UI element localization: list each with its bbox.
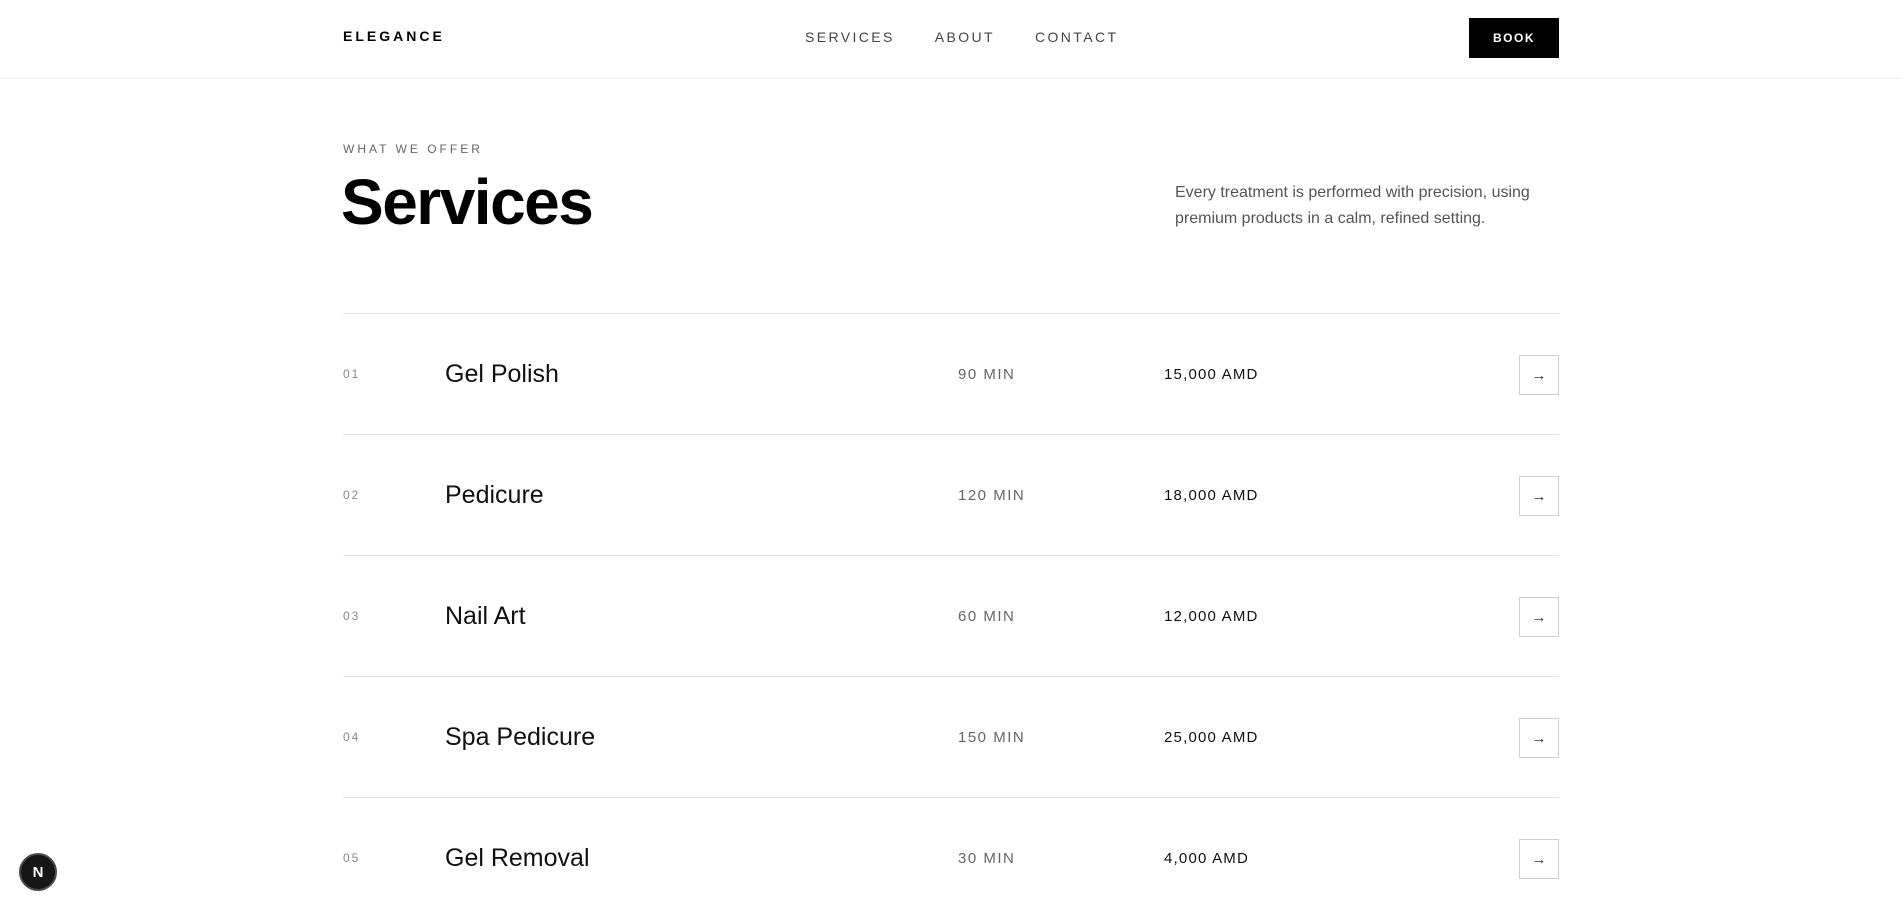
arrow-right-icon: →	[1531, 366, 1547, 384]
service-price: 4,000 AMD	[1164, 850, 1250, 867]
nav-services-link[interactable]: SERVICES	[805, 29, 895, 45]
service-duration: 60 MIN	[958, 608, 1016, 625]
service-price: 18,000 AMD	[1164, 487, 1259, 504]
site-header: ELEGANCE SERVICES ABOUT CONTACT BOOK	[0, 0, 1901, 79]
service-arrow-button[interactable]: →	[1519, 718, 1559, 758]
nextjs-logo-icon[interactable]: N	[19, 853, 57, 891]
service-price: 25,000 AMD	[1164, 729, 1259, 746]
arrow-right-icon: →	[1531, 487, 1547, 505]
service-name: Gel Polish	[445, 360, 559, 388]
nav-about-link[interactable]: ABOUT	[935, 29, 995, 45]
intro-description: Every treatment is performed with precis…	[1175, 184, 1530, 227]
page-title: Services	[341, 166, 594, 238]
service-number: 02	[343, 488, 361, 502]
service-duration: 30 MIN	[958, 850, 1016, 867]
arrow-right-icon: →	[1531, 608, 1547, 626]
service-name: Spa Pedicure	[445, 723, 596, 751]
nav-contact-link[interactable]: CONTACT	[1035, 29, 1118, 45]
service-row[interactable]: 04 Spa Pedicure 150 MIN 25,000 AMD →	[343, 677, 1559, 798]
service-arrow-button[interactable]: →	[1519, 355, 1559, 395]
page: ELEGANCE SERVICES ABOUT CONTACT BOOK WHA…	[0, 0, 1901, 902]
section-eyebrow: WHAT WE OFFER	[343, 142, 483, 156]
service-row[interactable]: 03 Nail Art 60 MIN 12,000 AMD →	[343, 556, 1559, 677]
service-arrow-button[interactable]: →	[1519, 839, 1559, 879]
service-duration: 150 MIN	[958, 729, 1026, 746]
arrow-right-icon: →	[1531, 729, 1547, 747]
service-number: 03	[343, 609, 361, 623]
service-name: Gel Removal	[445, 844, 590, 872]
book-button[interactable]: BOOK	[1469, 18, 1559, 58]
service-price: 12,000 AMD	[1164, 608, 1259, 625]
service-arrow-button[interactable]: →	[1519, 597, 1559, 637]
service-name: Pedicure	[445, 481, 544, 509]
brand-logo[interactable]: ELEGANCE	[343, 28, 445, 44]
service-duration: 90 MIN	[958, 366, 1016, 383]
services-list: 01 Gel Polish 90 MIN 15,000 AMD → 02 Ped…	[343, 313, 1559, 902]
service-row[interactable]: 01 Gel Polish 90 MIN 15,000 AMD →	[343, 314, 1559, 435]
service-price: 15,000 AMD	[1164, 366, 1259, 383]
service-number: 05	[343, 851, 361, 865]
main-nav: SERVICES ABOUT CONTACT	[805, 29, 1158, 45]
service-row[interactable]: 05 Gel Removal 30 MIN 4,000 AMD →	[343, 798, 1559, 902]
service-number: 01	[343, 367, 361, 381]
service-duration: 120 MIN	[958, 487, 1026, 504]
dev-badge-label: N	[32, 863, 44, 881]
service-number: 04	[343, 730, 361, 744]
service-arrow-button[interactable]: →	[1519, 476, 1559, 516]
service-row[interactable]: 02 Pedicure 120 MIN 18,000 AMD →	[343, 435, 1559, 556]
service-name: Nail Art	[445, 602, 526, 630]
arrow-right-icon: →	[1531, 850, 1547, 868]
